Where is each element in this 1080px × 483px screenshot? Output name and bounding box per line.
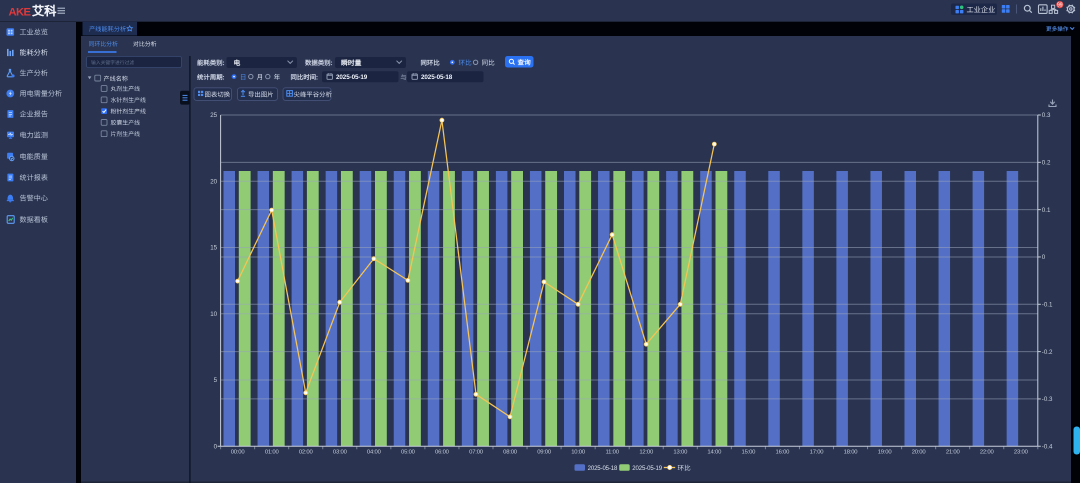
svg-text:18:00: 18:00 — [844, 449, 859, 455]
svg-text:08:00: 08:00 — [503, 449, 518, 455]
svg-text:AKE: AKE — [9, 6, 32, 18]
svg-text:17:00: 17:00 — [810, 449, 825, 455]
svg-text:10: 10 — [210, 311, 217, 318]
svg-text:20:00: 20:00 — [912, 449, 927, 455]
svg-text:03:00: 03:00 — [333, 449, 348, 455]
svg-text:20: 20 — [210, 178, 217, 185]
svg-text:0.3: 0.3 — [1042, 112, 1051, 119]
svg-text:06:00: 06:00 — [435, 449, 450, 455]
svg-text:05:00: 05:00 — [401, 449, 416, 455]
svg-text:22:00: 22:00 — [980, 449, 995, 455]
svg-text:11:00: 11:00 — [606, 449, 620, 455]
svg-text:14:00: 14:00 — [707, 449, 722, 455]
svg-text:-0.1: -0.1 — [1042, 302, 1053, 309]
svg-text:-0.4: -0.4 — [1042, 443, 1053, 450]
svg-text:02:00: 02:00 — [299, 449, 314, 455]
svg-text:21:00: 21:00 — [946, 449, 961, 455]
svg-text:25: 25 — [210, 112, 217, 119]
svg-text:23:00: 23:00 — [1014, 449, 1029, 455]
svg-text:15: 15 — [210, 245, 217, 252]
svg-text:0.2: 0.2 — [1042, 160, 1051, 167]
svg-text:13:00: 13:00 — [673, 449, 688, 455]
svg-text:00:00: 00:00 — [231, 449, 246, 455]
svg-text:99: 99 — [1057, 2, 1063, 8]
svg-text:04:00: 04:00 — [367, 449, 382, 455]
svg-text:09:00: 09:00 — [537, 449, 552, 455]
svg-text:2025-05-19: 2025-05-19 — [336, 74, 368, 81]
svg-text:10:00: 10:00 — [571, 449, 586, 455]
svg-text:-0.2: -0.2 — [1042, 349, 1053, 356]
svg-text:0.1: 0.1 — [1042, 207, 1051, 214]
svg-text:0: 0 — [1042, 254, 1046, 261]
svg-text:5: 5 — [214, 377, 218, 384]
svg-text:15:00: 15:00 — [742, 449, 757, 455]
svg-text:12:00: 12:00 — [639, 449, 654, 455]
svg-text:2025-05-18: 2025-05-18 — [421, 74, 453, 81]
svg-text:2025-05-19: 2025-05-19 — [632, 466, 662, 472]
svg-text:19:00: 19:00 — [878, 449, 893, 455]
svg-text:2025-05-18: 2025-05-18 — [588, 466, 618, 472]
svg-text:07:00: 07:00 — [469, 449, 484, 455]
svg-text:16:00: 16:00 — [776, 449, 791, 455]
svg-text:-0.3: -0.3 — [1042, 396, 1053, 403]
svg-text:0: 0 — [214, 443, 218, 450]
svg-text:01:00: 01:00 — [265, 449, 280, 455]
